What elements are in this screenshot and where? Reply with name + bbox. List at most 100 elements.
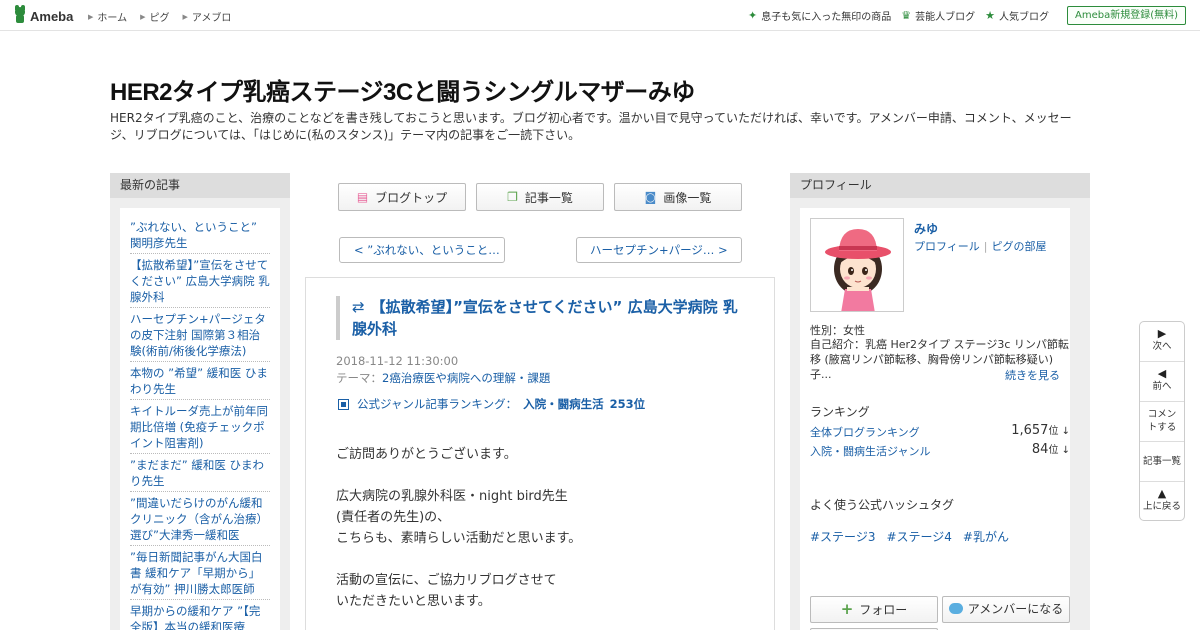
button-label: 記事一覧 bbox=[524, 190, 573, 205]
article-body: ご訪問ありがとうございます。 広大病院の乳腺外科医・night bird先生 (… bbox=[336, 444, 756, 612]
triangle-right-icon: ▶ bbox=[140, 12, 146, 21]
popular-label: 人気ブログ bbox=[998, 12, 1049, 23]
genre-ranking-row[interactable]: 入院・闘病生活ジャンル 84位 ↓ bbox=[810, 441, 1070, 459]
recent-article-link[interactable]: 本物の ”希望” 緩和医 ひまわり先生 bbox=[130, 362, 270, 400]
promo-link[interactable]: ✦ 息子も気に入った無印の商品 bbox=[748, 8, 891, 23]
ranking-genre: 入院・闘病生活 bbox=[523, 397, 604, 411]
hashtag-list: #ステージ3 #ステージ4 #乳がん bbox=[810, 528, 1020, 545]
ranking-value-wrap: 84位 ↓ bbox=[1032, 441, 1070, 457]
camera-icon: ◙ bbox=[644, 190, 657, 204]
triangle-right-icon: ▶ bbox=[88, 12, 94, 21]
avatar-illustration bbox=[811, 219, 903, 311]
body-line: 広大病院の乳腺外科医・night bird先生 bbox=[336, 489, 568, 504]
theme-label: テーマ： bbox=[336, 371, 382, 385]
hashtag-link[interactable]: #乳がん bbox=[963, 530, 1009, 544]
recent-article-link[interactable]: ”まだまだ” 緩和医 ひまわり先生 bbox=[130, 454, 270, 492]
ameba-logo[interactable]: Ameba bbox=[13, 5, 73, 26]
blog-top-button[interactable]: ▤ ブログトップ bbox=[338, 183, 466, 211]
ranking-label: 公式ジャンル記事ランキング： bbox=[357, 397, 518, 411]
button-label: ブログトップ bbox=[375, 190, 448, 205]
prev-article-button[interactable]: < ”ぶれない、ということ… bbox=[339, 237, 505, 263]
ranking-value: 84 bbox=[1031, 442, 1049, 457]
image-list-button[interactable]: ◙ 画像一覧 bbox=[614, 183, 742, 211]
amember-label: アメンバーになる bbox=[967, 602, 1064, 616]
article-title[interactable]: ⇄ 【拡散希望】”宣伝をさせてください” 広島大学病院 乳腺外科 bbox=[352, 296, 746, 340]
ranking-label: 全体ブログランキング bbox=[810, 426, 920, 439]
recent-article-link[interactable]: ハーセプチン+パージェタの皮下注射 国際第３相治験(術前/術後化学療法) bbox=[130, 308, 270, 362]
profile-box: みゆ プロフィール | ピグの部屋 性別：女性 自己紹介：乳癌 Her2タイプ ステ… bbox=[800, 208, 1070, 630]
celebrity-label: 芸能人ブログ bbox=[915, 12, 976, 23]
read-more-link[interactable]: 続きを見る bbox=[1005, 367, 1060, 383]
global-header: Ameba ▶ ホーム ▶ ピグ ▶ アメブロ ✦ 息子も気に入った無印の商品 ♛ 芸能人… bbox=[0, 0, 1200, 31]
next-button[interactable]: ▶ 次へ bbox=[1140, 322, 1184, 362]
up-icon: ▲ bbox=[1157, 487, 1167, 500]
profile-heading: プロフィール bbox=[790, 173, 1090, 198]
ranking-value-wrap: 1,657位 ↓ bbox=[1011, 422, 1070, 438]
nav-label: ホーム bbox=[97, 13, 128, 24]
triangle-right-icon: ▶ bbox=[182, 12, 188, 21]
recent-article-link[interactable]: キイトルーダ売上が前年同期比倍増 (免疫チェックポイント阻害剤) bbox=[130, 400, 270, 454]
fn-label: 前へ bbox=[1152, 381, 1172, 392]
article-theme: テーマ：2癌治療医や病院への理解・課題 bbox=[336, 370, 550, 386]
overall-ranking[interactable]: 全体ブログランキング 1,657位 ↓ bbox=[810, 422, 1070, 440]
article-list-button[interactable]: ❐ 記事一覧 bbox=[476, 183, 604, 211]
body-line: いただきたいと思います。 bbox=[336, 594, 491, 609]
article: ⇄ 【拡散希望】”宣伝をさせてください” 広島大学病院 乳腺外科 2018-11-… bbox=[305, 277, 775, 630]
document-icon: ▤ bbox=[356, 190, 369, 204]
hashtag-link[interactable]: #ステージ3 bbox=[810, 530, 875, 544]
nav-ameblo[interactable]: ▶ アメブロ bbox=[182, 9, 232, 25]
nav-pigg[interactable]: ▶ ピグ bbox=[140, 9, 169, 25]
prev-button[interactable]: ◀ 前へ bbox=[1140, 362, 1184, 402]
ameba-logo-icon bbox=[13, 5, 27, 25]
recent-article-link[interactable]: ”間違いだらけのがん緩和クリニック（含がん治療）選び”大津秀一緩和医 bbox=[130, 492, 270, 546]
recent-article-link[interactable]: 【拡散希望】”宣伝をさせてください” 広島大学病院 乳腺外科 bbox=[130, 254, 270, 308]
fn-label: 次へ bbox=[1152, 341, 1172, 352]
nav-label: アメブロ bbox=[191, 13, 232, 24]
header-right-links: ✦ 息子も気に入った無印の商品 ♛ 芸能人ブログ ★ 人気ブログ Ameba新規登録(… bbox=[748, 6, 1186, 25]
amember-icon bbox=[948, 603, 963, 614]
profile-link[interactable]: プロフィール bbox=[914, 240, 980, 253]
hashtag-link[interactable]: #ステージ4 bbox=[886, 530, 951, 544]
popular-blog-link[interactable]: ★ 人気ブログ bbox=[985, 8, 1049, 23]
body-line: (責任者の先生)の、 bbox=[336, 510, 451, 525]
floating-nav: ▶ 次へ ◀ 前へ コメントする 記事一覧 ▲ 上に戻る bbox=[1139, 321, 1185, 521]
recent-articles-sidebar: 最新の記事 ”ぶれない、ということ” 関明彦先生 【拡散希望】”宣伝をさせてくだ… bbox=[110, 173, 290, 630]
ranking-value: 253位 bbox=[609, 397, 646, 411]
profile-sidebar: プロフィール みゆ プロフィール | ピグの部屋 性別：女性 自己紹介：乳癌 H… bbox=[790, 173, 1090, 630]
follow-button[interactable]: + フォロー bbox=[810, 596, 938, 623]
nav-home[interactable]: ▶ ホーム bbox=[88, 9, 128, 25]
theme-link[interactable]: 2癌治療医や病院への理解・課題 bbox=[382, 371, 550, 385]
avatar[interactable] bbox=[810, 218, 904, 312]
amember-button[interactable]: アメンバーになる bbox=[942, 596, 1070, 623]
comment-button[interactable]: コメントする bbox=[1140, 402, 1184, 442]
body-line: ご訪問ありがとうございます。 bbox=[336, 447, 517, 462]
next-icon: ▶ bbox=[1157, 327, 1167, 340]
ranking-icon bbox=[338, 398, 349, 410]
recent-article-link[interactable]: ”毎日新聞記事がん大国白書 緩和ケア「早期から」が有効” 押川勝太郎医師 bbox=[130, 546, 270, 600]
ranking-heading: ランキング bbox=[810, 405, 870, 419]
body-line: 活動の宣伝に、ご協力リブログさせて bbox=[336, 573, 557, 588]
recent-article-link[interactable]: 早期からの緩和ケア ”【完全版】本当の緩和医療 bbox=[130, 600, 270, 630]
recent-articles-list: ”ぶれない、ということ” 関明彦先生 【拡散希望】”宣伝をさせてください” 広島… bbox=[120, 208, 280, 630]
hashtag-heading: よく使う公式ハッシュタグ bbox=[810, 498, 955, 512]
prev-icon: ◀ bbox=[1157, 367, 1167, 380]
blog-title[interactable]: HER2タイプ乳癌ステージ3Cと闘うシングルマザーみゆ bbox=[110, 72, 695, 107]
genre-ranking[interactable]: 公式ジャンル記事ランキング： 入院・闘病生活 253位 bbox=[338, 396, 645, 412]
fn-label: コメントする bbox=[1147, 409, 1177, 433]
ranking-value: 1,657 bbox=[1011, 423, 1049, 438]
sparkle-icon: ✦ bbox=[748, 9, 758, 22]
fn-label: 記事一覧 bbox=[1142, 456, 1181, 467]
register-button[interactable]: Ameba新規登録(無料) bbox=[1066, 6, 1186, 25]
pigg-room-link[interactable]: ピグの部屋 bbox=[992, 240, 1047, 253]
ranking-unit: 位 ↓ bbox=[1048, 445, 1070, 456]
profile-name[interactable]: みゆ bbox=[914, 220, 938, 237]
recent-article-link[interactable]: ”ぶれない、ということ” 関明彦先生 bbox=[130, 216, 270, 254]
article-list-float-button[interactable]: 記事一覧 bbox=[1140, 442, 1184, 482]
back-to-top-button[interactable]: ▲ 上に戻る bbox=[1140, 482, 1184, 522]
fn-label: 上に戻る bbox=[1142, 501, 1181, 512]
next-article-button[interactable]: ハーセプチン+パージ… > bbox=[576, 237, 742, 263]
body-line: こちらも、素晴らしい活動だと思います。 bbox=[336, 531, 582, 546]
celebrity-blog-link[interactable]: ♛ 芸能人ブログ bbox=[901, 8, 975, 23]
profile-gender: 性別：女性 bbox=[810, 324, 865, 337]
crown-icon: ♛ bbox=[901, 9, 912, 22]
